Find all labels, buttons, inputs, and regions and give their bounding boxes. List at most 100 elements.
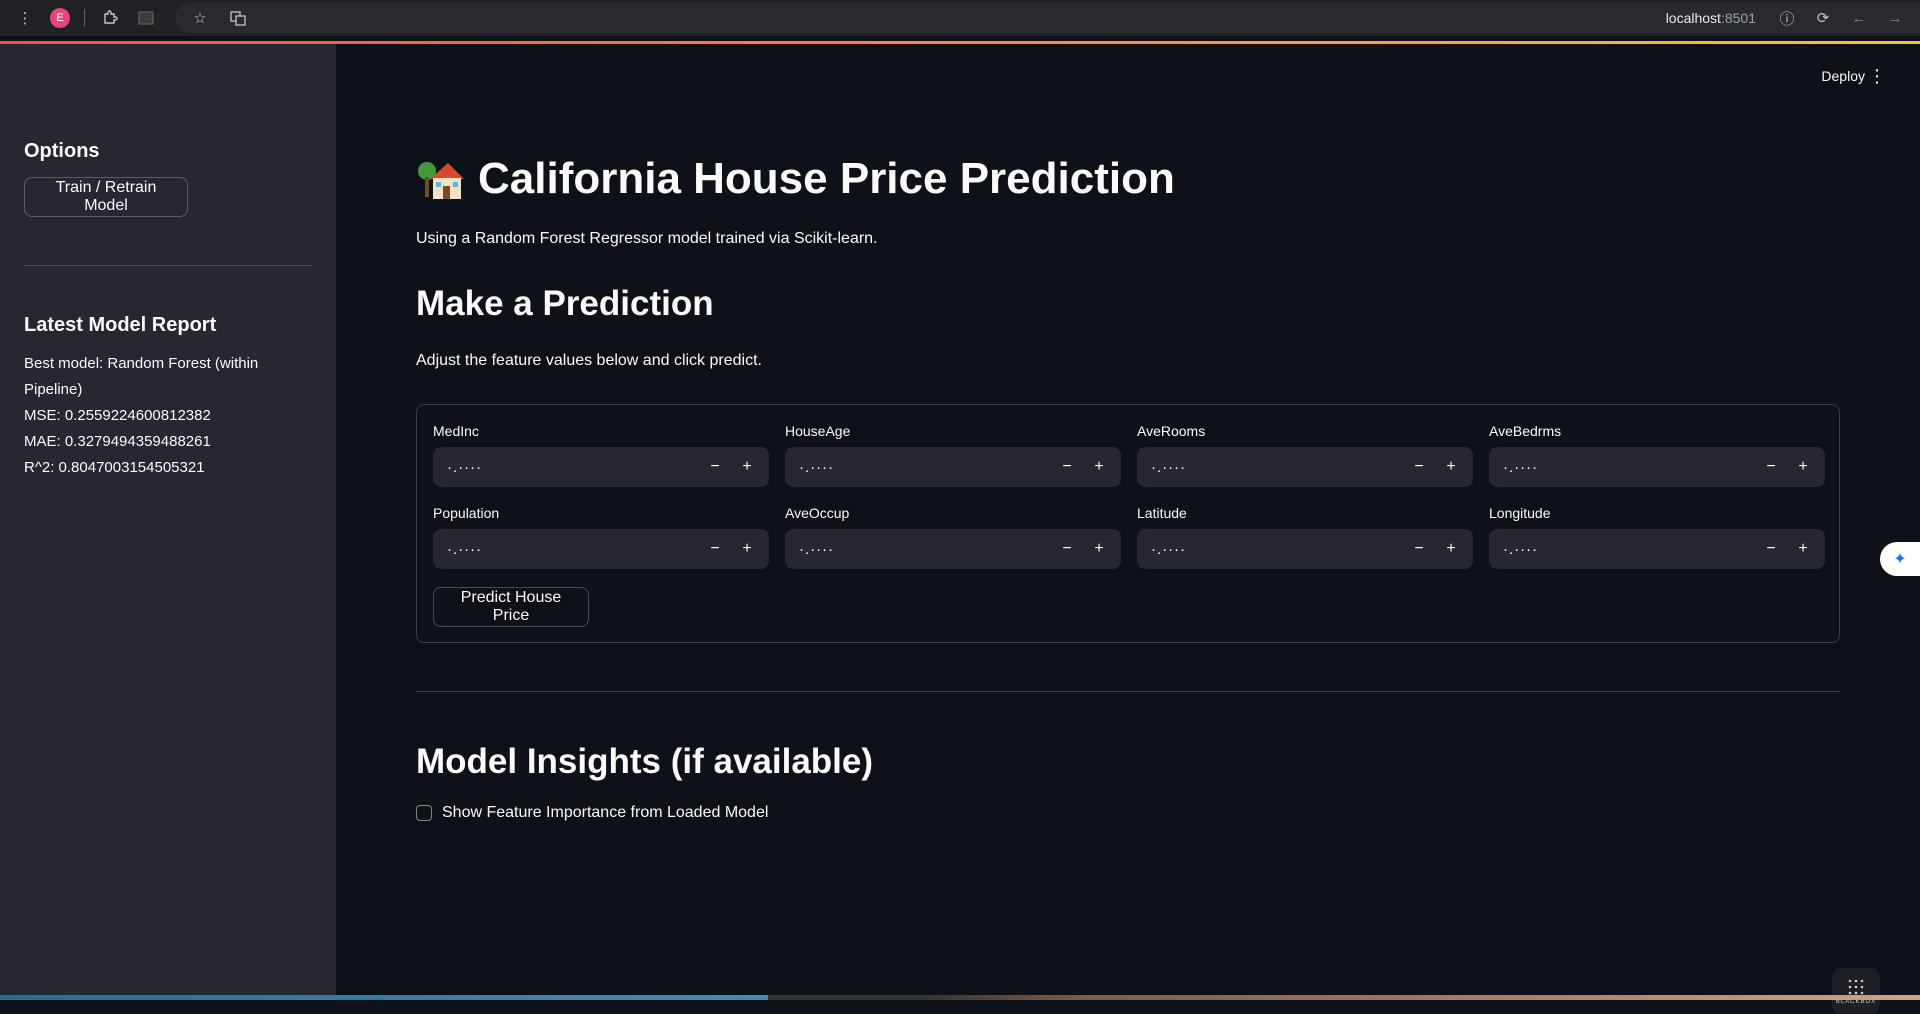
- population-input[interactable]: ·.···· − +: [433, 529, 769, 569]
- latitude-input[interactable]: ·.···· − +: [1137, 529, 1473, 569]
- increment-button[interactable]: +: [1787, 447, 1819, 487]
- field-label: Latitude: [1137, 505, 1187, 521]
- stepper: − +: [699, 447, 763, 487]
- increment-button[interactable]: +: [731, 529, 763, 569]
- report-mae: MAE: 0.3279494359488261: [24, 433, 211, 450]
- increment-button[interactable]: +: [1435, 447, 1467, 487]
- page-title: California House Price Prediction: [416, 154, 1840, 204]
- increment-button[interactable]: +: [731, 447, 763, 487]
- browser-toolbar: ⋮ E ☆ localhost:8501 ⓘ ⟳ ← →: [0, 0, 1920, 36]
- report-line: Pipeline): [24, 381, 83, 398]
- field-aveoccup: AveOccup ·.···· − +: [785, 505, 1121, 569]
- stepper: − +: [699, 529, 763, 569]
- decrement-button[interactable]: −: [1403, 447, 1435, 487]
- field-label: Longitude: [1489, 505, 1551, 521]
- decrement-button[interactable]: −: [699, 447, 731, 487]
- bookmark-star-icon[interactable]: ☆: [189, 7, 211, 29]
- predict-button[interactable]: Predict House Price: [433, 587, 589, 627]
- feature-grid: MedInc ·.···· − + HouseAge ·.···· − + AveRooms ·.…: [433, 423, 1825, 569]
- input-value[interactable]: ·.····: [447, 541, 482, 558]
- input-value[interactable]: ·.····: [447, 459, 482, 476]
- section-divider: [416, 691, 1840, 692]
- feature-importance-checkbox[interactable]: [416, 805, 432, 821]
- page-caption: Using a Random Forest Regressor model tr…: [416, 230, 878, 247]
- decrement-button[interactable]: −: [1755, 529, 1787, 569]
- stepper: − +: [1755, 529, 1819, 569]
- model-report-heading: Latest Model Report: [24, 314, 217, 336]
- input-value[interactable]: ·.····: [799, 541, 834, 558]
- model-report: Best model: Random Forest (within Pipeli…: [24, 351, 312, 481]
- stepper: − +: [1403, 529, 1467, 569]
- report-line: Best model: Random Forest (within: [24, 355, 259, 372]
- translate-icon[interactable]: [227, 7, 249, 29]
- decrement-button[interactable]: −: [1051, 447, 1083, 487]
- stepper: − +: [1051, 529, 1115, 569]
- increment-button[interactable]: +: [1083, 529, 1115, 569]
- input-value[interactable]: ·.····: [1503, 459, 1538, 476]
- profile-avatar[interactable]: E: [50, 8, 70, 28]
- longitude-input[interactable]: ·.···· − +: [1489, 529, 1825, 569]
- field-avebedrms: AveBedrms ·.···· − +: [1489, 423, 1825, 487]
- reload-icon[interactable]: ⟳: [1812, 7, 1834, 29]
- field-longitude: Longitude ·.···· − +: [1489, 505, 1825, 569]
- input-value[interactable]: ·.····: [1151, 459, 1186, 476]
- browser-menu-icon[interactable]: ⋮: [14, 7, 36, 29]
- decrement-button[interactable]: −: [1051, 529, 1083, 569]
- aveoccup-input[interactable]: ·.···· − +: [785, 529, 1121, 569]
- medinc-input[interactable]: ·.···· − +: [433, 447, 769, 487]
- tab-thumbnail-icon[interactable]: [135, 7, 157, 29]
- deploy-button[interactable]: Deploy: [1821, 68, 1865, 84]
- blackbox-dots-icon: [1848, 979, 1864, 995]
- train-retrain-button[interactable]: Train / Retrain Model: [24, 177, 188, 217]
- field-averooms: AveRooms ·.···· − +: [1137, 423, 1473, 487]
- forward-arrow-icon[interactable]: →: [1884, 7, 1906, 29]
- back-arrow-icon[interactable]: ←: [1848, 7, 1870, 29]
- input-value[interactable]: ·.····: [1503, 541, 1538, 558]
- house-icon: [416, 157, 464, 201]
- feature-importance-toggle[interactable]: Show Feature Importance from Loaded Mode…: [416, 804, 1840, 822]
- toolbar-separator: [84, 9, 85, 27]
- blackbox-widget[interactable]: BLACKBOX: [1832, 968, 1880, 1014]
- prediction-caption: Adjust the feature values below and clic…: [416, 352, 762, 369]
- increment-button[interactable]: +: [1787, 529, 1819, 569]
- sidebar-divider: [24, 265, 312, 266]
- input-value[interactable]: ·.····: [799, 459, 834, 476]
- site-info-icon[interactable]: ⓘ: [1776, 7, 1798, 29]
- input-value[interactable]: ·.····: [1151, 541, 1186, 558]
- avebedrms-input[interactable]: ·.···· − +: [1489, 447, 1825, 487]
- increment-button[interactable]: +: [1083, 447, 1115, 487]
- report-mse: MSE: 0.2559224600812382: [24, 407, 211, 424]
- stepper: − +: [1403, 447, 1467, 487]
- taskbar-strip: [0, 995, 1920, 1000]
- field-houseage: HouseAge ·.···· − +: [785, 423, 1121, 487]
- feature-importance-label: Show Feature Importance from Loaded Mode…: [442, 804, 769, 821]
- insights-heading: Model Insights (if available): [416, 742, 874, 781]
- field-label: AveBedrms: [1489, 423, 1562, 439]
- page-title-text: California House Price Prediction: [478, 154, 1175, 203]
- main-content: Deploy ⋮ California House Price Predicti…: [336, 44, 1920, 1014]
- url-text[interactable]: localhost:8501: [1666, 10, 1756, 26]
- assistant-sparkle-icon[interactable]: ✦: [1880, 542, 1920, 576]
- field-label: MedInc: [433, 423, 479, 439]
- increment-button[interactable]: +: [1435, 529, 1467, 569]
- field-population: Population ·.···· − +: [433, 505, 769, 569]
- decrement-button[interactable]: −: [1755, 447, 1787, 487]
- report-r2: R^2: 0.8047003154505321: [24, 459, 205, 476]
- extensions-icon[interactable]: [99, 7, 121, 29]
- prediction-form: MedInc ·.···· − + HouseAge ·.···· − + AveRooms ·.…: [416, 404, 1840, 643]
- averooms-input[interactable]: ·.···· − +: [1137, 447, 1473, 487]
- houseage-input[interactable]: ·.···· − +: [785, 447, 1121, 487]
- decrement-button[interactable]: −: [699, 529, 731, 569]
- main-menu-icon[interactable]: ⋮: [1868, 66, 1886, 87]
- sidebar: Options Train / Retrain Model Latest Mod…: [0, 44, 336, 995]
- field-latitude: Latitude ·.···· − +: [1137, 505, 1473, 569]
- address-bar[interactable]: ☆ localhost:8501 ⓘ ⟳ ← →: [175, 3, 1920, 33]
- field-label: HouseAge: [785, 423, 851, 439]
- field-label: AveRooms: [1137, 423, 1206, 439]
- stepper: − +: [1755, 447, 1819, 487]
- options-heading: Options: [24, 140, 100, 162]
- decrement-button[interactable]: −: [1403, 529, 1435, 569]
- field-label: Population: [433, 505, 500, 521]
- field-medinc: MedInc ·.···· − +: [433, 423, 769, 487]
- field-label: AveOccup: [785, 505, 850, 521]
